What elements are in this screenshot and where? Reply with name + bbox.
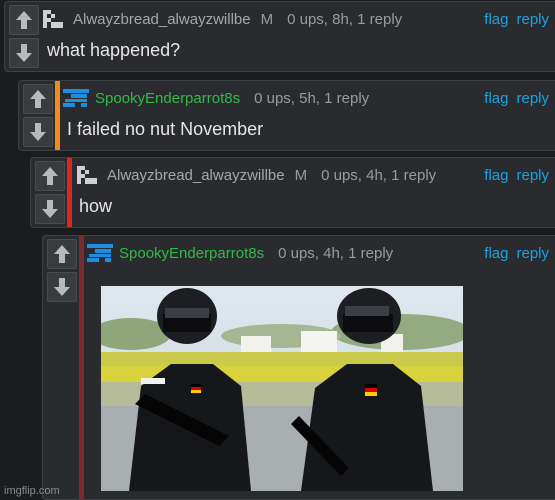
blue-glitch-icon [87, 242, 113, 264]
comment-meta: 0 ups, 4h, 1 reply [278, 244, 394, 262]
comment-meta: 0 ups, 5h, 1 reply [254, 89, 370, 107]
comment-username[interactable]: SpookyEnderparrot8s [95, 90, 240, 107]
comment-3: Alwayzbread_alwayzwillbe M 0 ups, 4h, 1 … [30, 157, 555, 228]
thread-stripe [79, 236, 84, 499]
upvote-button[interactable] [35, 161, 65, 191]
reply-link[interactable]: reply [516, 11, 549, 28]
downvote-button[interactable] [9, 38, 39, 68]
comment-1: Alwayzbread_alwayzwillbe M 0 ups, 8h, 1 … [4, 1, 555, 72]
blue-glitch-icon [63, 87, 89, 109]
up-arrow-icon [41, 166, 59, 186]
comment-2: SpookyEnderparrot8s 0 ups, 5h, 1 reply f… [18, 80, 555, 151]
photo-drawing [101, 286, 463, 491]
up-arrow-icon [15, 10, 33, 30]
reply-link[interactable]: reply [516, 245, 549, 262]
comment-text: how [79, 196, 113, 216]
imgflip-watermark: imgflip.com [4, 485, 60, 497]
down-arrow-icon [53, 277, 71, 297]
two-armed-police-officers-photo[interactable] [101, 286, 463, 491]
comment-username[interactable]: Alwayzbread_alwayzwillbe [107, 167, 285, 184]
up-arrow-icon [29, 89, 47, 109]
comment-meta: 0 ups, 8h, 1 reply [287, 10, 403, 28]
upvote-button[interactable] [23, 84, 53, 114]
downvote-button[interactable] [47, 272, 77, 302]
upvote-button[interactable] [9, 5, 39, 35]
pixel-figure-icon [75, 164, 101, 186]
mod-badge: M [294, 166, 308, 184]
thread-stripe [67, 158, 72, 227]
comment-meta: 0 ups, 4h, 1 reply [321, 166, 437, 184]
upvote-button[interactable] [47, 239, 77, 269]
flag-link[interactable]: flag [484, 167, 508, 184]
thread-stripe [55, 81, 60, 150]
mod-badge: M [260, 10, 274, 28]
comment-text: what happened? [47, 40, 181, 60]
reply-link[interactable]: reply [516, 167, 549, 184]
reply-link[interactable]: reply [516, 90, 549, 107]
downvote-button[interactable] [35, 194, 65, 224]
flag-link[interactable]: flag [484, 11, 508, 28]
flag-link[interactable]: flag [484, 90, 508, 107]
comment-4: SpookyEnderparrot8s 0 ups, 4h, 1 reply f… [42, 235, 555, 500]
downvote-button[interactable] [23, 117, 53, 147]
up-arrow-icon [53, 244, 71, 264]
comment-username[interactable]: SpookyEnderparrot8s [119, 245, 264, 262]
comment-username[interactable]: Alwayzbread_alwayzwillbe [73, 11, 251, 28]
down-arrow-icon [29, 122, 47, 142]
comment-text: I failed no nut November [67, 119, 264, 139]
down-arrow-icon [15, 43, 33, 63]
down-arrow-icon [41, 199, 59, 219]
flag-link[interactable]: flag [484, 245, 508, 262]
pixel-figure-icon [41, 8, 67, 30]
